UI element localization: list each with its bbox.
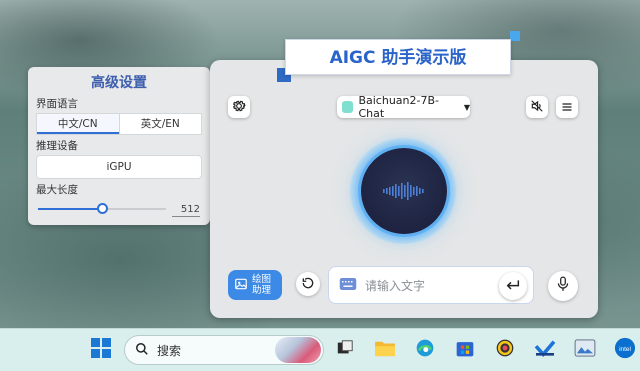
taskbar: 搜索 intel bbox=[0, 328, 640, 371]
image-viewer-icon bbox=[574, 339, 596, 361]
speaker-mute-icon bbox=[530, 98, 544, 117]
draw-assistant-label: 绘图助理 bbox=[252, 274, 272, 296]
gear-icon bbox=[232, 98, 246, 117]
color-app-button[interactable] bbox=[492, 337, 518, 363]
search-icon bbox=[135, 341, 149, 360]
caret-down-icon: ▼ bbox=[463, 102, 470, 112]
task-view-button[interactable] bbox=[332, 337, 358, 363]
store-icon bbox=[455, 338, 475, 362]
model-status-icon bbox=[342, 101, 354, 113]
store-button[interactable] bbox=[452, 337, 478, 363]
slider-thumb[interactable] bbox=[97, 203, 108, 214]
taskbar-search[interactable]: 搜索 bbox=[124, 335, 324, 365]
model-name: Baichuan2-7B-Chat bbox=[358, 94, 439, 120]
keyboard-icon bbox=[339, 276, 357, 295]
voice-orb[interactable] bbox=[361, 148, 447, 234]
edge-button[interactable] bbox=[412, 337, 438, 363]
menu-button[interactable] bbox=[556, 96, 578, 118]
language-label: 界面语言 bbox=[36, 98, 78, 110]
file-explorer-icon bbox=[374, 339, 396, 361]
windows-start-button[interactable] bbox=[88, 337, 114, 363]
waveform-icon bbox=[383, 182, 424, 200]
microphone-icon bbox=[556, 276, 570, 296]
model-dropdown[interactable]: Baichuan2-7B-Chat ▼ bbox=[337, 94, 470, 120]
settings-button[interactable] bbox=[228, 96, 250, 118]
picture-icon bbox=[234, 276, 248, 295]
windows-start-icon bbox=[91, 338, 111, 362]
app-title: AIGC 助手演示版 bbox=[285, 39, 511, 75]
device-select[interactable]: iGPU bbox=[36, 155, 202, 179]
search-placeholder: 搜索 bbox=[157, 343, 182, 358]
enter-icon bbox=[505, 277, 521, 296]
chat-input[interactable]: 请输入文字 bbox=[328, 266, 534, 304]
decor-square bbox=[510, 31, 520, 41]
intel-icon: intel bbox=[614, 337, 636, 363]
image-viewer-button[interactable] bbox=[572, 337, 598, 363]
advanced-settings-panel: 高级设置 界面语言 中文/CN 英文/EN 推理设备 iGPU 最大长度 512 bbox=[28, 67, 210, 225]
file-explorer-button[interactable] bbox=[372, 337, 398, 363]
send-button[interactable] bbox=[499, 272, 527, 300]
mute-button[interactable] bbox=[526, 96, 548, 118]
language-option-cn[interactable]: 中文/CN bbox=[37, 114, 119, 134]
language-selector: 中文/CN 英文/EN bbox=[36, 113, 202, 135]
microphone-button[interactable] bbox=[548, 271, 578, 301]
slider-track[interactable] bbox=[38, 203, 166, 214]
max-length-slider[interactable]: 512 bbox=[36, 199, 202, 219]
refresh-icon bbox=[301, 275, 315, 294]
hamburger-menu-icon bbox=[561, 98, 573, 117]
language-option-en[interactable]: 英文/EN bbox=[118, 114, 202, 134]
intel-button[interactable]: intel bbox=[612, 337, 638, 363]
max-length-label: 最大长度 bbox=[36, 184, 78, 196]
svg-text:intel: intel bbox=[619, 346, 631, 353]
task-view-icon bbox=[336, 339, 354, 361]
search-highlight-image bbox=[275, 337, 321, 363]
edge-icon bbox=[415, 338, 435, 362]
refresh-button[interactable] bbox=[296, 272, 320, 296]
chat-input-placeholder: 请输入文字 bbox=[365, 278, 426, 293]
max-length-value[interactable]: 512 bbox=[172, 203, 200, 217]
title-banner: AIGC 助手演示版 bbox=[277, 31, 521, 83]
app-button[interactable] bbox=[532, 337, 558, 363]
slider-fill bbox=[38, 208, 102, 210]
settings-title: 高级设置 bbox=[91, 75, 147, 91]
device-label: 推理设备 bbox=[36, 140, 78, 152]
app-icon bbox=[534, 339, 556, 361]
draw-assistant-button[interactable]: 绘图助理 bbox=[228, 270, 282, 300]
assistant-window: Baichuan2-7B-Chat ▼ 绘图助理 请输入文字 bbox=[210, 60, 598, 318]
color-app-icon bbox=[495, 338, 515, 362]
